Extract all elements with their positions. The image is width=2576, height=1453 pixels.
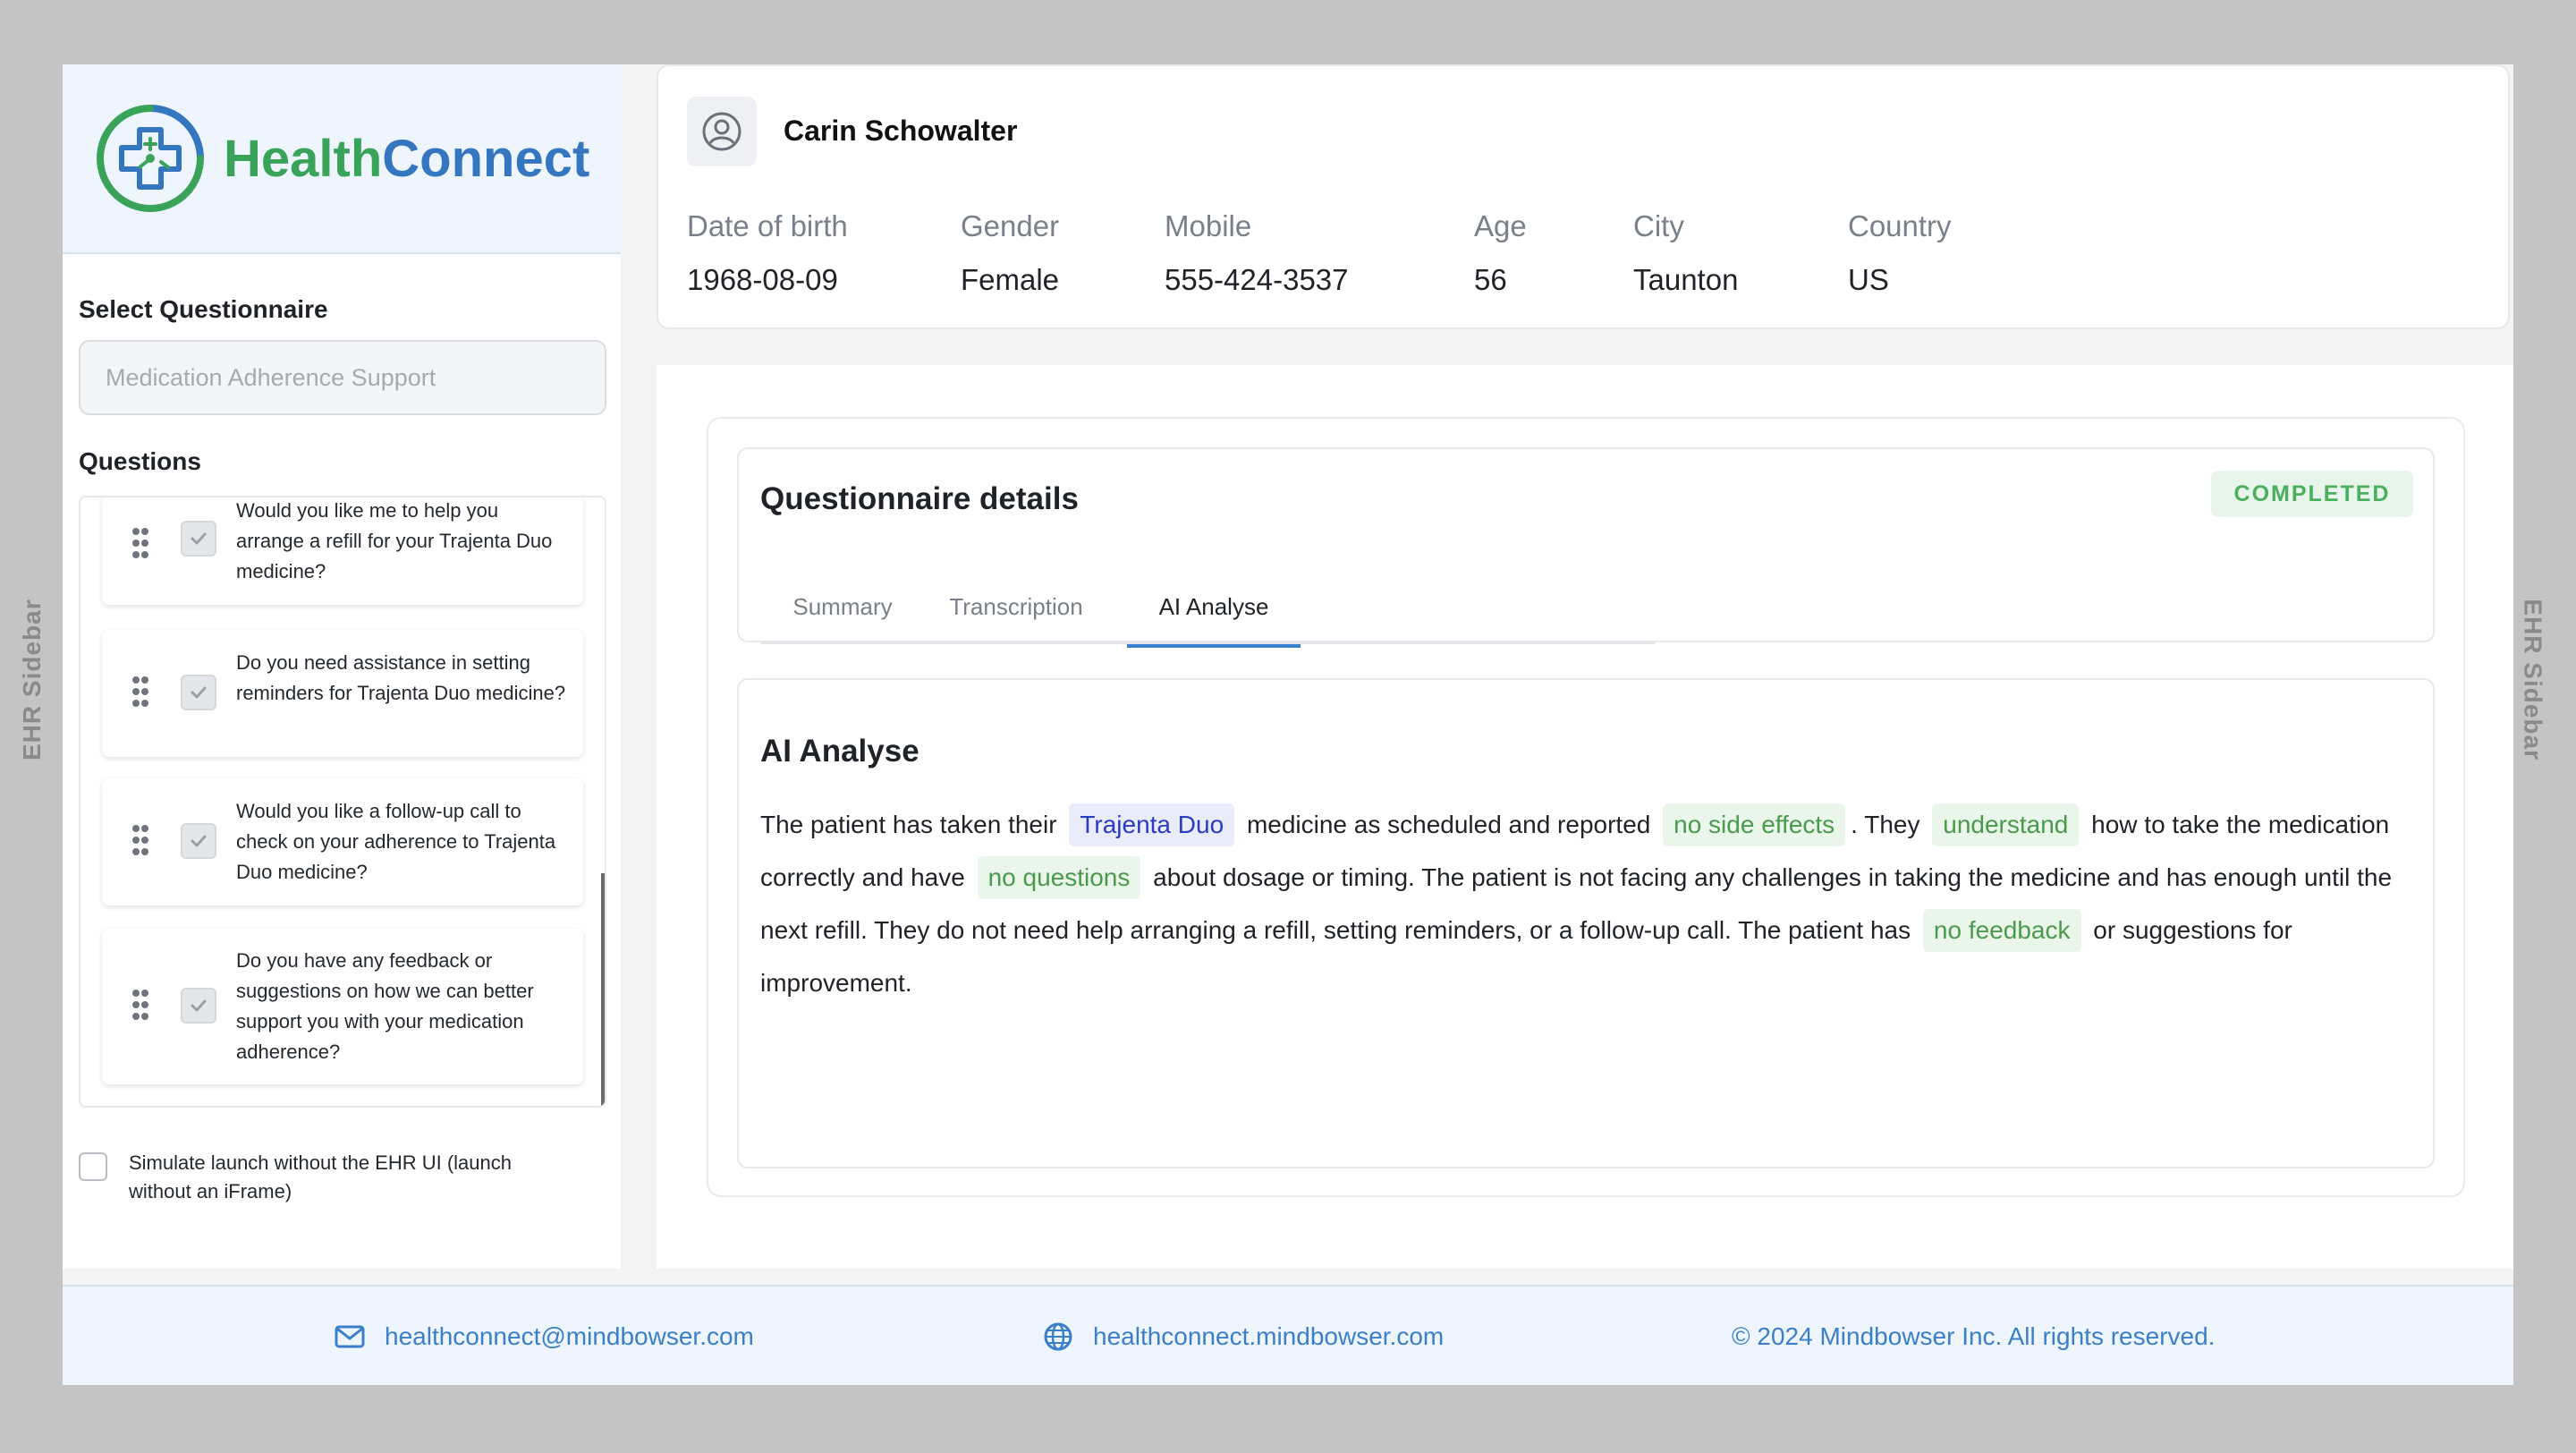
patient-info-card: Carin Schowalter Date of birth 1968-08-0…	[657, 64, 2510, 329]
question-text: Would you like a follow-up call to check…	[236, 800, 556, 883]
positive-highlight: understand	[1932, 803, 2080, 846]
question-card[interactable]: Do you have any feedback or suggestions …	[102, 929, 583, 1084]
footer-copyright: © 2024 Mindbowser Inc. All rights reserv…	[1732, 1287, 2215, 1385]
sidebar: HealthConnect Select Questionnaire Medic…	[63, 64, 621, 1269]
question-text: Would you like me to help you arrange a …	[236, 499, 553, 582]
user-circle-icon	[702, 112, 741, 151]
footer-email-link[interactable]: healthconnect@mindbowser.com	[335, 1287, 754, 1385]
questions-list[interactable]: Would you like me to help you arrange a …	[79, 496, 606, 1108]
ai-analyse-card: AI Analyse The patient has taken their T…	[737, 678, 2435, 1168]
positive-highlight: no side effects	[1663, 803, 1846, 846]
main-panel: Questionnaire details COMPLETED Summary …	[657, 365, 2513, 1269]
ehr-sidebar-left-label: EHR Sidebar	[18, 599, 46, 760]
field-value: 555-424-3537	[1165, 263, 1349, 296]
medicine-highlight: Trajenta Duo	[1069, 803, 1235, 846]
drag-handle-icon[interactable]	[132, 676, 150, 712]
question-card[interactable]: Would you like a follow-up call to check…	[102, 778, 583, 905]
tab-transcription[interactable]: Transcription	[925, 569, 1107, 644]
patient-field-country: Country US	[1848, 209, 1952, 297]
field-value: Taunton	[1633, 263, 1739, 296]
field-value: Female	[961, 263, 1060, 296]
footer-email[interactable]: healthconnect@mindbowser.com	[385, 1322, 754, 1351]
question-checkbox[interactable]	[181, 823, 216, 859]
mail-icon	[335, 1325, 365, 1348]
footer-website-link[interactable]: healthconnect.mindbowser.com	[1043, 1287, 1444, 1385]
questions-label: Questions	[79, 447, 201, 475]
ehr-sidebar-right-label: EHR Sidebar	[2520, 599, 2547, 760]
drag-handle-icon[interactable]	[132, 825, 150, 861]
patient-field-dob: Date of birth 1968-08-09	[687, 209, 848, 297]
patient-field-mobile: Mobile 555-424-3537	[1165, 209, 1349, 297]
field-label: Mobile	[1165, 209, 1252, 242]
drag-handle-icon[interactable]	[132, 528, 150, 564]
field-label: Age	[1474, 209, 1527, 242]
questionnaire-select[interactable]: Medication Adherence Support	[79, 340, 606, 415]
ai-analyse-text: The patient has taken their Trajenta Duo…	[760, 798, 2411, 1009]
tab-summary[interactable]: Summary	[760, 569, 925, 644]
field-label: Country	[1848, 209, 1952, 242]
analysis-text: The patient has taken their	[760, 811, 1057, 838]
questions-scrollbar[interactable]	[601, 873, 605, 1106]
patient-name: Carin Schowalter	[784, 115, 1018, 147]
tab-ai-analyse[interactable]: AI Analyse	[1127, 569, 1301, 648]
questionnaire-details-panel: Questionnaire details COMPLETED Summary …	[707, 417, 2465, 1197]
positive-highlight: no questions	[977, 856, 1141, 899]
question-checkbox[interactable]	[181, 988, 216, 1024]
check-icon	[191, 835, 207, 847]
status-badge: COMPLETED	[2211, 471, 2413, 517]
app-window: HealthConnect Select Questionnaire Medic…	[63, 64, 2513, 1385]
field-label: City	[1633, 209, 1684, 242]
field-label: Date of birth	[687, 209, 848, 242]
footer-website[interactable]: healthconnect.mindbowser.com	[1093, 1322, 1444, 1351]
patient-field-age: Age 56	[1474, 209, 1527, 297]
field-value: 1968-08-09	[687, 263, 838, 296]
question-text: Do you need assistance in setting remind…	[236, 651, 566, 704]
check-icon	[191, 532, 207, 545]
question-card[interactable]: Do you need assistance in setting remind…	[102, 630, 583, 757]
questionnaire-details-header: Questionnaire details COMPLETED Summary …	[737, 447, 2435, 648]
brand-name-connect: Connect	[382, 129, 590, 188]
patient-field-gender: Gender Female	[961, 209, 1059, 297]
brand-name-health: Health	[224, 129, 383, 188]
globe-icon	[1044, 1322, 1072, 1351]
select-questionnaire-label: Select Questionnaire	[79, 295, 328, 323]
question-text: Do you have any feedback or suggestions …	[236, 949, 534, 1063]
question-checkbox[interactable]	[181, 521, 216, 557]
analysis-text: . They	[1851, 811, 1920, 838]
simulate-launch-label: Simulate launch without the EHR UI (laun…	[129, 1151, 512, 1202]
check-icon	[191, 686, 207, 699]
simulate-launch-row[interactable]: Simulate launch without the EHR UI (laun…	[79, 1149, 576, 1206]
question-checkbox[interactable]	[181, 675, 216, 710]
copyright-text: © 2024 Mindbowser Inc. All rights reserv…	[1732, 1322, 2216, 1350]
tab-bar: Summary Transcription AI Analyse	[760, 569, 1655, 648]
question-card[interactable]: Would you like me to help you arrange a …	[102, 497, 583, 605]
healthconnect-logo-icon	[97, 105, 204, 212]
brand-header: HealthConnect	[63, 64, 621, 254]
brand-name: HealthConnect	[224, 129, 589, 189]
patient-field-city: City Taunton	[1633, 209, 1738, 297]
drag-handle-icon[interactable]	[132, 990, 150, 1025]
positive-highlight: no feedback	[1922, 909, 2081, 952]
footer: healthconnect@mindbowser.com healthconne…	[63, 1285, 2513, 1385]
field-label: Gender	[961, 209, 1060, 242]
field-value: US	[1848, 263, 1889, 296]
ai-analyse-title: AI Analyse	[760, 734, 919, 769]
questionnaire-details-title: Questionnaire details	[760, 481, 1079, 516]
avatar	[687, 97, 757, 166]
field-value: 56	[1474, 263, 1507, 296]
simulate-launch-checkbox[interactable]	[79, 1152, 107, 1181]
analysis-text: medicine as scheduled and reported	[1246, 811, 1651, 838]
check-icon	[191, 999, 207, 1012]
